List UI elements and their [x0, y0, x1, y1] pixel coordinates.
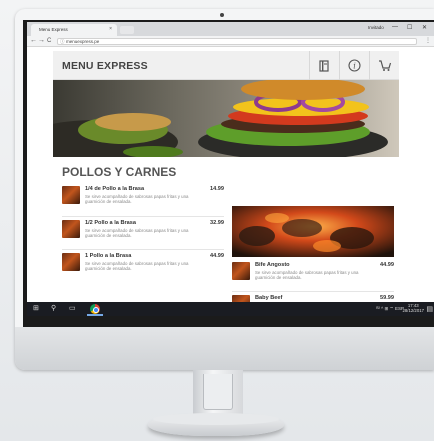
- menu-list-left: 1/4 de Pollo a la Brasa 14.99 Se sirve a…: [62, 183, 224, 282]
- system-tray[interactable]: ᴿ² ^ ⊞ ⌔ ESP: [376, 306, 404, 312]
- app-header: MENU EXPRESS i: [53, 51, 399, 80]
- reload-icon[interactable]: C: [47, 38, 51, 44]
- browser-menu-icon[interactable]: ⋮: [425, 37, 431, 44]
- maximize-icon[interactable]: ☐: [407, 24, 412, 31]
- minimize-icon[interactable]: —: [392, 24, 398, 30]
- scene: Menu Express × Invitado — ☐ ✕ ← → C ⓘ me…: [0, 0, 434, 441]
- item-price: 14.99: [210, 186, 224, 192]
- section-title: POLLOS Y CARNES: [62, 165, 177, 179]
- menu-book-icon[interactable]: [309, 51, 339, 80]
- forward-icon[interactable]: →: [38, 37, 45, 44]
- new-tab-button[interactable]: [120, 26, 134, 34]
- taskbar: ⊞ ⚲ ▭ ᴿ² ^ ⊞ ⌔ ESP 17:43 28/12/2017 ▤: [27, 302, 434, 316]
- hero-burger-image: [53, 80, 399, 157]
- url-text: menuexpress.pe: [66, 39, 100, 44]
- item-thumbnail: [232, 262, 250, 280]
- item-name: 1 Pollo a la Brasa: [85, 253, 132, 259]
- close-icon[interactable]: ✕: [422, 24, 427, 31]
- item-price: 44.99: [210, 253, 224, 259]
- screen: Menu Express × Invitado — ☐ ✕ ← → C ⓘ me…: [27, 22, 434, 316]
- cart-icon[interactable]: [369, 51, 399, 80]
- windows-start-icon[interactable]: ⊞: [33, 304, 39, 312]
- tab-close-icon[interactable]: ×: [109, 26, 112, 32]
- browser-user-label[interactable]: Invitado: [368, 25, 384, 30]
- item-name: Baby Beef: [255, 295, 283, 301]
- clock-date: 28/12/2017: [402, 308, 424, 313]
- url-field[interactable]: ⓘ menuexpress.pe: [57, 38, 417, 45]
- item-thumbnail: [62, 220, 80, 238]
- item-description: Se sirve acompañado de sabrosas papas fr…: [85, 261, 189, 272]
- item-price: 32.99: [210, 220, 224, 226]
- camera-dot: [220, 13, 224, 17]
- menu-item[interactable]: 1 Pollo a la Brasa 44.99 Se sirve acompa…: [62, 249, 224, 282]
- active-app-indicator: [87, 314, 103, 316]
- item-thumbnail: [62, 253, 80, 271]
- menu-item[interactable]: Bife Angosto 44.99 Se sirve acompañado d…: [232, 259, 394, 291]
- chrome-icon[interactable]: [90, 304, 100, 314]
- browser-tabbar: Menu Express × Invitado — ☐ ✕: [27, 22, 434, 36]
- web-page: MENU EXPRESS i POLLOS Y CARNES 1/4 de Po…: [27, 47, 434, 313]
- monitor-chin: [15, 327, 434, 370]
- item-name: 1/2 Pollo a la Brasa: [85, 220, 136, 226]
- clock[interactable]: 17:43 28/12/2017: [402, 303, 424, 313]
- item-thumbnail: [62, 186, 80, 204]
- browser-addressbar: ← → C ⓘ menuexpress.pe ⋮: [27, 36, 434, 47]
- info-icon[interactable]: i: [339, 51, 369, 80]
- item-price: 44.99: [380, 262, 394, 268]
- menu-item[interactable]: 1/4 de Pollo a la Brasa 14.99 Se sirve a…: [62, 183, 224, 216]
- task-view-icon[interactable]: ▭: [69, 304, 76, 312]
- brand-title[interactable]: MENU EXPRESS: [62, 60, 148, 72]
- item-description: Se sirve acompañado de sabrosas papas fr…: [85, 194, 189, 205]
- monitor-stand-cutout: [203, 374, 233, 410]
- item-name: 1/4 de Pollo a la Brasa: [85, 186, 145, 192]
- item-name: Bife Angosto: [255, 262, 290, 268]
- item-price: 59.99: [380, 295, 394, 301]
- menu-item[interactable]: 1/2 Pollo a la Brasa 32.99 Se sirve acom…: [62, 216, 224, 249]
- notification-icon[interactable]: ▤: [426, 305, 433, 313]
- grill-image: [232, 206, 394, 257]
- search-icon[interactable]: ⚲: [51, 304, 56, 312]
- back-icon[interactable]: ←: [30, 37, 37, 44]
- page-info-icon[interactable]: ⓘ: [60, 39, 65, 45]
- item-description: Se sirve acompañado de sabrosas papas fr…: [255, 270, 359, 281]
- monitor-stand-base-top: [153, 413, 279, 425]
- browser-tab[interactable]: Menu Express ×: [31, 24, 117, 36]
- svg-text:i: i: [353, 62, 356, 71]
- tab-title: Menu Express: [39, 27, 68, 32]
- item-description: Se sirve acompañado de sabrosas papas fr…: [85, 228, 189, 239]
